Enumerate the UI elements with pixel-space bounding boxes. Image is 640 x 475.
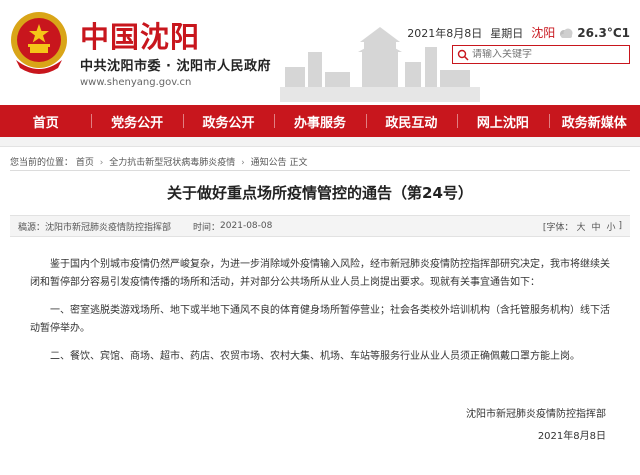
font-size-close: ]: [618, 221, 622, 231]
site-title[interactable]: 中国沈阳: [80, 14, 200, 56]
site-header: 中国沈阳 中共沈阳市委 · 沈阳市人民政府 www.shenyang.gov.c…: [0, 0, 640, 105]
date-weather-info: 2021年8月8日 星期日 沈阳 26.3°C 1: [407, 24, 630, 41]
article-source: 沈阳市新冠肺炎疫情防控指挥部: [45, 222, 172, 233]
font-size-large-button[interactable]: 大: [576, 220, 585, 233]
article-signature: 沈阳市新冠肺炎疫情防控指挥部 2021年8月8日: [466, 404, 606, 448]
nav-divider-strip: [0, 137, 640, 147]
current-date: 2021年8月8日: [407, 26, 483, 40]
weather-city: 沈阳: [531, 26, 556, 40]
article-paragraph: 一、密室逃脱类游戏场所、地下或半地下通风不良的体育健身场所暂停营业；社会各类校外…: [30, 305, 610, 334]
breadcrumb-prefix: 您当前的位置：: [10, 158, 74, 168]
site-subtitle: 中共沈阳市委 · 沈阳市人民政府: [80, 59, 271, 74]
breadcrumb-home[interactable]: 首页: [76, 158, 94, 168]
signature-date: 2021年8月8日: [537, 431, 606, 442]
search-input[interactable]: [472, 49, 622, 60]
nav-services[interactable]: 办事服务: [274, 105, 365, 137]
nav-home[interactable]: 首页: [0, 105, 91, 137]
main-nav: 首页 党务公开 政务公开 办事服务 政民互动 网上沈阳 政务新媒体: [0, 105, 640, 137]
search-icon[interactable]: [457, 49, 469, 61]
nav-new-media[interactable]: 政务新媒体: [548, 105, 640, 137]
temperature-suffix: 1: [621, 25, 630, 40]
nav-interaction[interactable]: 政民互动: [365, 105, 457, 137]
temperature: 26.3°C: [577, 25, 622, 40]
breadcrumb-notices[interactable]: 通知公告 正文: [251, 158, 308, 168]
site-url: www.shenyang.gov.cn: [80, 77, 192, 88]
article-title: 关于做好重点场所疫情管控的通告（第24号）: [167, 184, 473, 202]
source-label: 稿源：: [18, 222, 46, 233]
signature-organization: 沈阳市新冠肺炎疫情防控指挥部: [466, 409, 606, 420]
article-paragraph: 二、餐饮、宾馆、商场、超市、药店、农贸市场、农村大集、机场、车站等服务行业从业人…: [50, 351, 580, 362]
nav-party-affairs[interactable]: 党务公开: [91, 105, 182, 137]
breadcrumb: 您当前的位置： 首页 › 全力抗击新型冠状病毒肺炎疫情 › 通知公告 正文: [10, 155, 308, 168]
font-size-medium-button[interactable]: 中: [591, 220, 600, 233]
article-paragraph: 鉴于国内个别城市疫情仍然严峻复杂，为进一步消除域外疫情输入风险，经市新冠肺炎疫情…: [30, 259, 610, 288]
article-date: 2021-08-08: [220, 221, 273, 231]
current-weekday: 星期日: [490, 26, 524, 40]
national-emblem-icon: [11, 12, 67, 74]
breadcrumb-divider: [10, 170, 630, 171]
font-size-label: [字体：: [542, 222, 574, 233]
date-label: 时间：: [193, 222, 221, 233]
article-meta-bar: 稿源： 沈阳市新冠肺炎疫情防控指挥部 时间： 2021-08-08 [字体： 大…: [10, 215, 630, 237]
article-body: 鉴于国内个别城市疫情仍然严峻复杂，为进一步消除域外疫情输入风险，经市新冠肺炎疫情…: [30, 256, 616, 376]
breadcrumb-arrow-icon: ›: [99, 158, 104, 168]
cloudy-weather-icon: [560, 28, 573, 38]
search-box[interactable]: [452, 45, 630, 64]
breadcrumb-arrow-icon: ›: [241, 158, 245, 168]
nav-government-affairs[interactable]: 政务公开: [182, 105, 274, 137]
font-size-small-button[interactable]: 小: [606, 220, 615, 233]
nav-online-shenyang[interactable]: 网上沈阳: [457, 105, 548, 137]
breadcrumb-epidemic[interactable]: 全力抗击新型冠状病毒肺炎疫情: [109, 158, 235, 168]
